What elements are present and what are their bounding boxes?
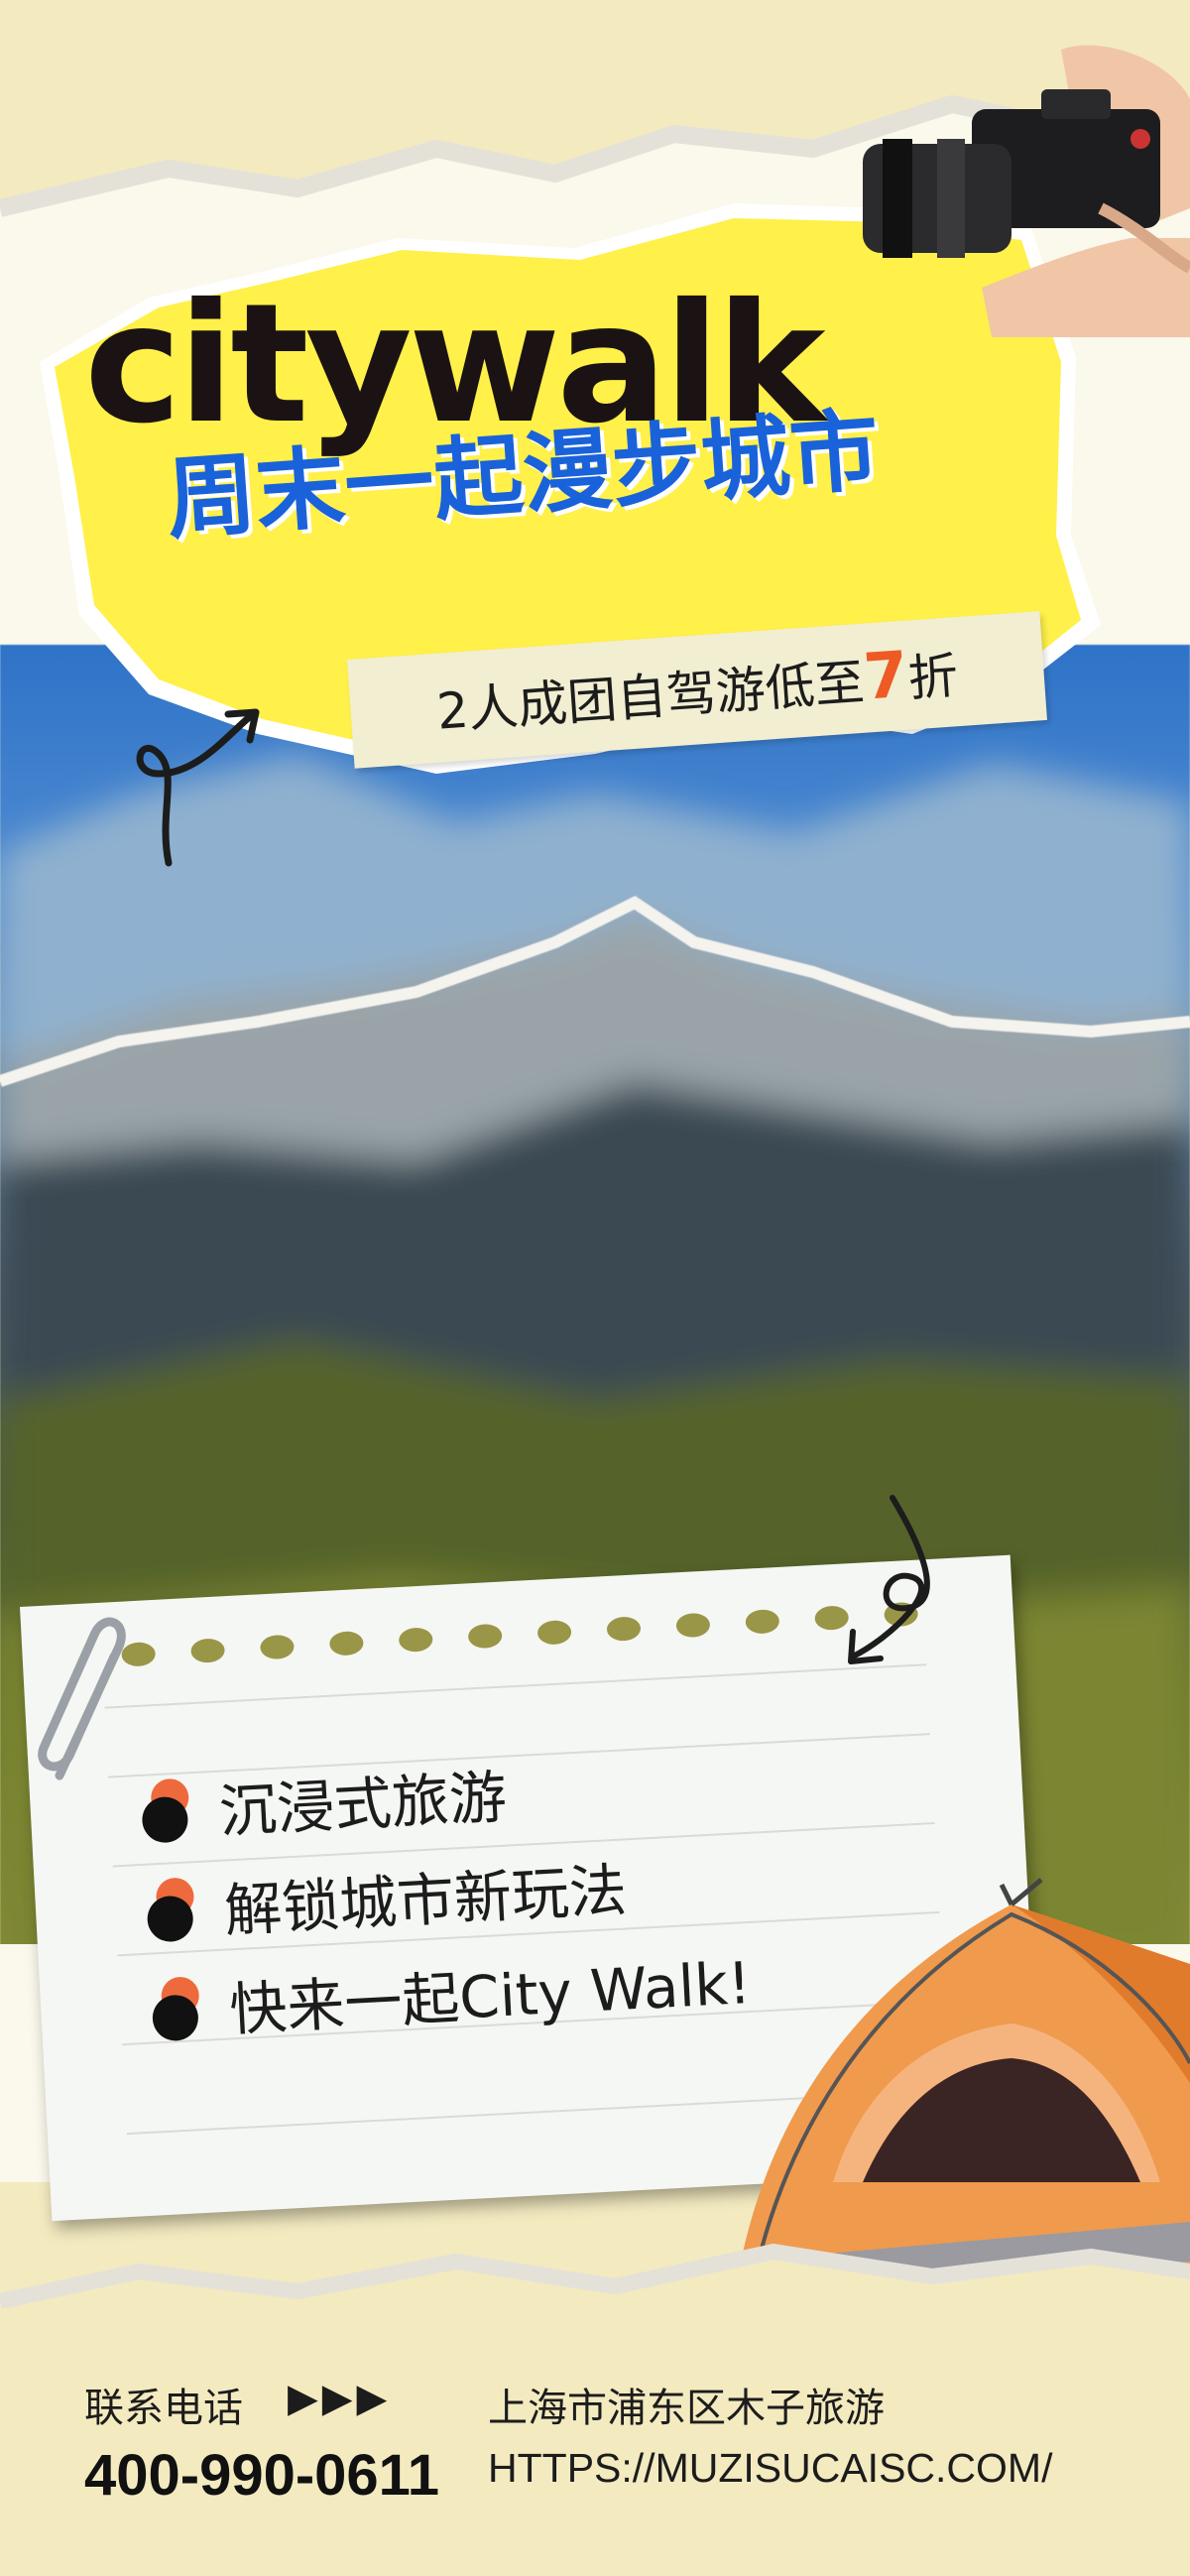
promo-prefix: 2人成团自驾游低至 <box>434 653 867 741</box>
note-rule-line <box>104 1663 927 1709</box>
note-list-item: 快来一起City Walk! <box>138 1936 753 2051</box>
binder-hole <box>189 1638 226 1664</box>
binder-hole <box>328 1630 364 1656</box>
binder-hole <box>675 1612 711 1639</box>
note-item-text: 沉浸式旅游 <box>217 1763 509 1846</box>
promo-discount-number: 7 <box>861 638 911 715</box>
torn-paper-bottom-icon <box>0 2243 1190 2341</box>
paperclip-icon <box>38 1617 126 1780</box>
binder-hole <box>536 1619 572 1646</box>
note-list-item: 沉浸式旅游 <box>128 1751 509 1854</box>
contact-label: 联系电话 <box>84 2386 243 2431</box>
contact-url-link[interactable]: HTTPS://MUZISUCAISC.COM/ <box>488 2445 1052 2492</box>
bullet-dot-icon <box>133 1873 206 1946</box>
contact-phone[interactable]: 400-990-0611 <box>84 2442 439 2509</box>
binder-hole <box>259 1634 296 1660</box>
binder-hole <box>467 1623 503 1650</box>
arrow-triple-icon: ▶▶▶ <box>288 2376 392 2421</box>
binder-hole <box>606 1616 642 1643</box>
binder-hole <box>398 1627 433 1654</box>
camera-icon <box>863 45 1190 337</box>
contact-address: 上海市浦东区木子旅游 <box>488 2386 885 2431</box>
bullet-dot-icon <box>139 1972 212 2045</box>
squiggle-arrow-icon <box>136 708 260 867</box>
promo-suffix: 折 <box>905 647 960 708</box>
squiggle-arrow-icon <box>848 1495 930 1664</box>
note-item-text: 快来一起City Walk! <box>227 1948 753 2044</box>
binder-hole <box>745 1608 780 1635</box>
